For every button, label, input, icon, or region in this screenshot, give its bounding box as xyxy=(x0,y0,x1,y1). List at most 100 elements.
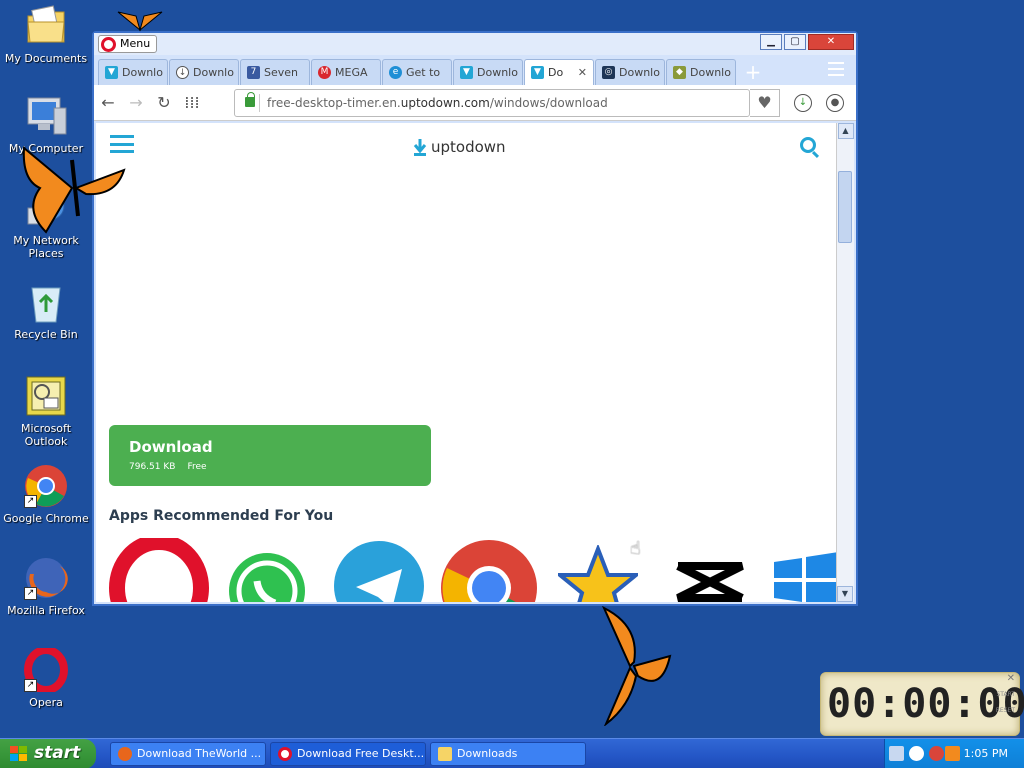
close-timer-icon[interactable]: ✕ xyxy=(1007,673,1015,684)
tab[interactable]: 7 Seven xyxy=(240,59,310,85)
seven-icon: 7 xyxy=(247,66,260,79)
menu-label: Menu xyxy=(120,37,151,50)
butterfly-icon xyxy=(20,140,128,240)
uptodown-icon: ▼ xyxy=(105,66,118,79)
desktop-icon-label: Microsoft Outlook xyxy=(20,422,72,448)
task-label: Download TheWorld ... xyxy=(137,747,262,760)
tab-label: Downlo xyxy=(193,66,234,79)
keyboard-icon[interactable] xyxy=(889,746,904,761)
maximize-button[interactable]: ▢ xyxy=(784,34,806,50)
desktop-icon-outlook[interactable]: Microsoft Outlook xyxy=(0,374,92,448)
tab[interactable]: ◎ Downlo xyxy=(595,59,665,85)
download-button[interactable]: Download 796.51 KB Free xyxy=(109,425,431,486)
desktop-icon-label: Google Chrome xyxy=(3,512,89,525)
recycle-bin-icon xyxy=(24,280,68,324)
close-window-button[interactable]: ✕ xyxy=(808,34,854,50)
mega-icon: M xyxy=(318,66,331,79)
reload-button[interactable]: ↻ xyxy=(150,93,178,112)
computer-icon xyxy=(24,94,68,138)
opera-app-icon[interactable] xyxy=(109,534,209,602)
tab-label: Do xyxy=(548,66,564,79)
timer-tray-icon[interactable] xyxy=(929,746,944,761)
window-controls: ▁ ▢ ✕ xyxy=(760,34,854,50)
brand-name: uptodown xyxy=(431,138,506,156)
desktop-icon-label: Opera xyxy=(29,696,63,709)
download-extension-icon[interactable]: ↓ xyxy=(794,94,812,112)
butterfly-icon xyxy=(600,605,672,730)
browser-window: Menu ▁ ▢ ✕ ▼ Downlo ↓ Downlo 7 Seven M MEGA … xyxy=(92,31,858,606)
scroll-down-button[interactable]: ▼ xyxy=(837,586,853,602)
recommended-heading: Apps Recommended For You xyxy=(109,508,334,524)
circle-icon: ◎ xyxy=(602,66,615,79)
shortcut-arrow-icon: ↗ xyxy=(24,587,37,600)
clock[interactable]: 1:05 PM xyxy=(964,747,1008,760)
edge-icon: e xyxy=(389,66,402,79)
whatsapp-app-icon[interactable] xyxy=(229,553,305,602)
vertical-scrollbar[interactable]: ▲ ▼ xyxy=(836,123,854,602)
butterfly-tray-icon[interactable] xyxy=(945,746,960,761)
desktop-icon-chrome[interactable]: ↗ Google Chrome xyxy=(0,464,92,525)
start-button[interactable]: start xyxy=(0,739,96,768)
tab-label: Seven xyxy=(264,66,298,79)
scroll-up-button[interactable]: ▲ xyxy=(837,123,854,139)
windows-app-icon[interactable] xyxy=(774,548,836,602)
opera-menu-button[interactable]: Menu xyxy=(98,35,158,53)
tab-bar: ▼ Downlo ↓ Downlo 7 Seven M MEGA e Get to ▼ Do… xyxy=(94,55,856,85)
shortcut-arrow-icon: ↗ xyxy=(24,679,37,692)
taskbar-item-downloads[interactable]: Downloads xyxy=(430,742,586,766)
system-tray: 1:05 PM xyxy=(884,739,1024,768)
desktop-icon-opera[interactable]: ↗ Opera xyxy=(0,646,92,709)
tab[interactable]: e Get to xyxy=(382,59,452,85)
close-tab-icon[interactable]: ✕ xyxy=(578,66,587,79)
new-tab-button[interactable]: + xyxy=(741,61,765,85)
speed-dial-icon[interactable]: ⁞⁞⁞ xyxy=(178,93,206,112)
star-app-icon[interactable] xyxy=(554,543,642,602)
telegram-app-icon[interactable] xyxy=(334,541,424,602)
task-label: Downloads xyxy=(457,747,518,760)
desktop-icon-my-documents[interactable]: My Documents xyxy=(0,4,92,65)
tab[interactable]: ▼ Downlo xyxy=(98,59,168,85)
tab[interactable]: M MEGA xyxy=(311,59,381,85)
taskbar-item-opera[interactable]: Download Free Deskt... xyxy=(270,742,426,766)
firefox-icon xyxy=(118,747,132,761)
url-prefix: free-desktop-timer.en. xyxy=(267,96,401,110)
tab-label: Downlo xyxy=(690,66,731,79)
tab-label: Downlo xyxy=(477,66,518,79)
window-titlebar[interactable]: Menu ▁ ▢ ✕ xyxy=(94,33,856,55)
minimize-button[interactable]: ▁ xyxy=(760,34,782,50)
timer-reset-button[interactable]: RESET xyxy=(996,707,1015,714)
forward-button[interactable]: → xyxy=(122,93,150,112)
back-button[interactable]: ← xyxy=(94,93,122,112)
tab[interactable]: ▼ Downlo xyxy=(453,59,523,85)
desktop-icon-recycle-bin[interactable]: Recycle Bin xyxy=(0,280,92,341)
tab-menu-icon[interactable] xyxy=(828,62,844,76)
uptodown-logo-icon xyxy=(412,139,427,156)
folder-icon xyxy=(438,747,452,761)
tray-arrow-icon[interactable] xyxy=(909,746,924,761)
opera-icon: ↗ xyxy=(24,646,68,694)
timer-display: 00:00:00 xyxy=(827,681,1024,727)
search-icon[interactable] xyxy=(800,137,816,153)
desktop-icon-firefox[interactable]: ↗ Mozilla Firefox xyxy=(0,556,92,617)
tab[interactable]: ◆ Downlo xyxy=(666,59,736,85)
download-license: Free xyxy=(187,462,207,472)
download-circle-icon: ↓ xyxy=(176,66,189,79)
scrollbar-thumb[interactable] xyxy=(838,171,852,243)
account-icon[interactable]: ● xyxy=(826,94,844,112)
capcut-app-icon[interactable] xyxy=(674,558,746,602)
url-separator xyxy=(259,94,260,112)
address-bar-row: ← → ↻ ⁞⁞⁞ free-desktop-timer.en.uptodown… xyxy=(94,85,856,121)
uptodown-logo[interactable]: uptodown xyxy=(412,138,506,156)
uptodown-icon: ▼ xyxy=(531,66,544,79)
url-field[interactable]: free-desktop-timer.en.uptodown.com/windo… xyxy=(234,89,750,117)
timer-start-button[interactable]: START xyxy=(996,691,1015,698)
taskbar: start Download TheWorld ... Download Fre… xyxy=(0,738,1024,768)
tab-active[interactable]: ▼ Do ✕ xyxy=(524,59,594,85)
bookmark-heart-icon[interactable]: ♥ xyxy=(750,89,780,117)
desktop-timer-widget[interactable]: 00:00:00 ✕ START RESET xyxy=(820,672,1024,736)
taskbar-item-firefox[interactable]: Download TheWorld ... xyxy=(110,742,266,766)
tab[interactable]: ↓ Downlo xyxy=(169,59,239,85)
chrome-icon: ↗ xyxy=(24,464,68,508)
url-domain: uptodown.com xyxy=(400,96,490,110)
chrome-app-icon[interactable] xyxy=(439,538,539,602)
